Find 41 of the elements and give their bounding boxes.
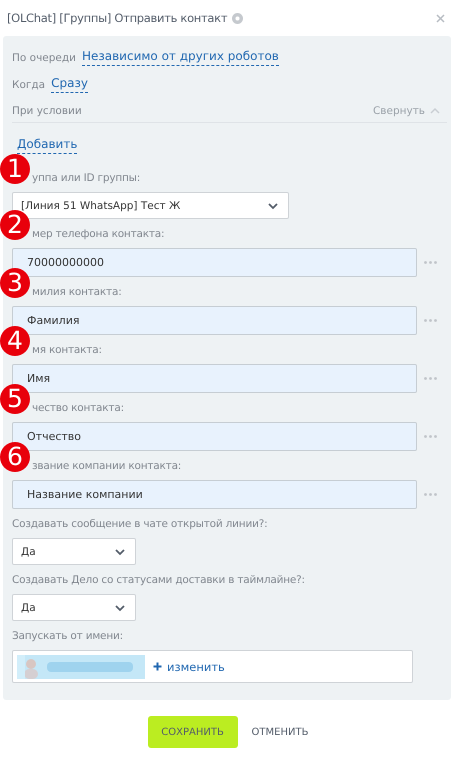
dialog-title: [OLChat] [Группы] Отправить контакт xyxy=(7,11,228,25)
setting-link[interactable]: Независимо от других роботов xyxy=(82,49,279,66)
chevron-up-icon xyxy=(429,106,441,116)
condition-label: При условии xyxy=(12,105,82,117)
chevron-down-icon xyxy=(114,546,126,556)
field-label: звание компании контакта: xyxy=(31,459,182,474)
help-icon xyxy=(232,12,244,24)
number-badge: 4 xyxy=(0,326,30,356)
close-icon xyxy=(436,14,445,22)
number-badge: 5 xyxy=(0,384,30,414)
field-label: Создавать Дело со статусами доставки в таймлайне?: xyxy=(12,573,306,588)
dropdown[interactable]: Да xyxy=(12,594,136,621)
chevron-down-icon xyxy=(114,602,126,612)
input-field[interactable]: Название компании xyxy=(12,480,417,509)
setting-label: По очереди xyxy=(12,52,76,64)
chevron-down-icon xyxy=(267,200,279,210)
more-icon xyxy=(424,319,437,322)
number-badge: 3 xyxy=(0,268,30,298)
field-label: чество контакта: xyxy=(31,401,125,416)
cancel-button[interactable]: ОТМЕНИТЬ xyxy=(248,716,312,748)
field-label: мер телефона контакта: xyxy=(31,227,166,242)
field-label: уппа или ID группы: xyxy=(31,171,142,186)
more-icon xyxy=(424,261,437,264)
more-icon xyxy=(424,493,437,496)
plus-icon xyxy=(153,662,162,671)
setting-link[interactable]: Сразу xyxy=(51,76,88,93)
field-label: мя контакта: xyxy=(31,343,103,358)
field-label: Запускать от имени: xyxy=(12,629,124,644)
add-link[interactable]: Добавить xyxy=(17,137,78,154)
more-icon xyxy=(424,435,437,438)
change-link[interactable]: изменить xyxy=(153,660,225,674)
number-badge: 2 xyxy=(0,210,30,240)
save-button[interactable]: СОХРАНИТЬ xyxy=(148,716,238,748)
number-badge: 1 xyxy=(0,154,30,184)
number-badge: 6 xyxy=(0,442,30,472)
dropdown[interactable]: Да xyxy=(12,538,136,565)
field-label: милия контакта: xyxy=(31,285,123,300)
more-icon xyxy=(424,377,437,380)
close-button[interactable] xyxy=(436,14,445,22)
setting-label: Когда xyxy=(12,78,46,90)
field-label: Создавать сообщение в чате открытой линии?: xyxy=(12,517,268,532)
